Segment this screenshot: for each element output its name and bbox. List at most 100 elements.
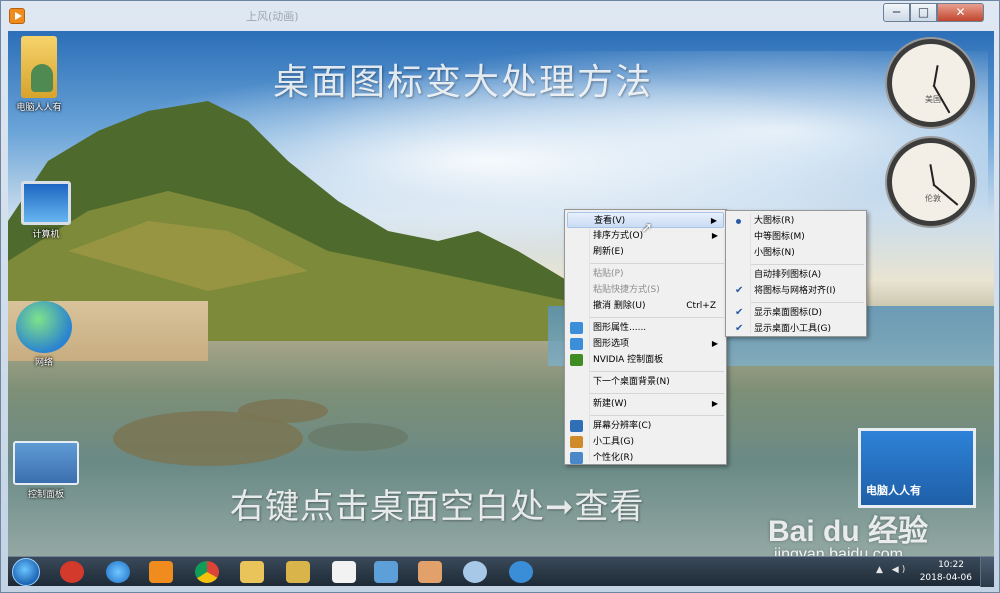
window-title: 上风(动画) [246, 10, 299, 23]
settings-icon[interactable] [463, 561, 487, 583]
menu-item-label: 中等图标(M) [754, 232, 805, 242]
mouse-cursor-icon: ➚ [641, 220, 653, 236]
close-button[interactable]: ✕ [937, 3, 984, 22]
menu-item-label: 小图标(N) [754, 248, 795, 258]
explorer-icon[interactable] [240, 561, 264, 583]
submenu-arrow-icon: ▶ [711, 231, 718, 240]
title-bar[interactable]: 上风(动画) ─ □ ✕ [1, 1, 1000, 31]
clock-gadget[interactable]: 美国 [887, 39, 975, 127]
chrome-icon[interactable] [195, 561, 219, 583]
browser-icon[interactable] [509, 561, 533, 583]
graphics-properties-icon [570, 322, 583, 334]
menu-item-label: 粘贴(P) [593, 269, 624, 279]
personalize-icon [570, 452, 583, 464]
menu-item-label: 查看(V) [594, 216, 626, 226]
menu-item-personalize[interactable]: 个性化(R) [567, 450, 724, 466]
menu-item-label: 图形选项 [593, 339, 630, 349]
menu-item-gadgets[interactable]: 小工具(G) [567, 434, 724, 450]
submenu-item-medium-icons[interactable]: 中等图标(M) [728, 229, 864, 245]
submenu-arrow-icon: ▶ [711, 399, 718, 408]
checkmark-icon: ✔ [735, 307, 744, 318]
view-submenu: 大图标(R) 中等图标(M) 小图标(N) 自动排列图标(A) ✔ 将图标与网格… [725, 210, 867, 337]
submenu-item-show-gadgets[interactable]: ✔ 显示桌面小工具(G) [728, 321, 864, 337]
menu-item-label: 个性化(R) [593, 453, 634, 463]
desktop-icon-computer[interactable]: 计算机 [8, 181, 86, 240]
submenu-item-small-icons[interactable]: 小图标(N) [728, 245, 864, 261]
menu-item-label: 显示桌面小工具(G) [754, 324, 831, 334]
control-panel-icon [13, 441, 79, 485]
network-globe-icon [16, 301, 72, 353]
menu-item-label: 屏幕分辨率(C) [593, 421, 652, 431]
radio-selected-icon [736, 219, 741, 224]
show-desktop-button[interactable] [980, 557, 994, 587]
clock-city-label: 美国 [925, 95, 941, 104]
desktop-icon-label: 网络 [34, 358, 53, 368]
menu-item-refresh[interactable]: 刷新(E) [567, 244, 724, 260]
menu-item-label: 显示桌面图标(D) [754, 308, 822, 318]
menu-item-paste-shortcut[interactable]: 粘贴快捷方式(S) [567, 282, 724, 298]
menu-item-nvidia-control-panel[interactable]: NVIDIA 控制面板 [567, 352, 724, 368]
tray-clock-date[interactable]: 2018-04-06 [920, 573, 972, 583]
menu-item-label: 新建(W) [593, 399, 627, 409]
graphics-options-icon [570, 338, 583, 350]
menu-separator [590, 393, 724, 394]
ie-icon[interactable] [106, 561, 130, 583]
nvidia-icon [570, 354, 583, 366]
menu-separator [590, 371, 724, 372]
menu-item-shortcut: Ctrl+Z [686, 301, 716, 311]
menu-separator [751, 302, 864, 303]
remote-desktop-icon[interactable] [374, 561, 398, 583]
baidu-jingyan-logo: Bai du 经验 [768, 515, 929, 548]
document-icon[interactable] [332, 561, 356, 583]
jiang-app-icon[interactable] [60, 561, 84, 583]
start-orb-icon[interactable] [12, 558, 40, 586]
menu-separator [590, 415, 724, 416]
menu-item-label: 撤消 删除(U) [593, 301, 646, 311]
menu-item-label: 排序方式(O) [593, 231, 644, 241]
menu-item-label: 自动排列图标(A) [754, 270, 822, 280]
player-app-icon [9, 8, 25, 24]
menu-item-label: 小工具(G) [593, 437, 634, 447]
menu-item-next-background[interactable]: 下一个桌面背景(N) [567, 374, 724, 390]
desktop-icon-label: 计算机 [32, 230, 60, 240]
submenu-item-show-desktop-icons[interactable]: ✔ 显示桌面图标(D) [728, 305, 864, 321]
menu-separator [751, 264, 864, 265]
menu-item-label: 图形属性...... [593, 323, 647, 333]
shore-rock [308, 423, 408, 451]
desktop-icon-user-folder[interactable]: 电脑人人有 [8, 36, 79, 113]
paint-icon[interactable] [418, 561, 442, 583]
minimize-button[interactable]: ─ [883, 3, 910, 22]
menu-item-new[interactable]: 新建(W) ▶ [567, 396, 724, 412]
video-player-icon[interactable] [149, 561, 173, 583]
menu-item-label: NVIDIA 控制面板 [593, 355, 664, 365]
submenu-item-auto-arrange[interactable]: 自动排列图标(A) [728, 267, 864, 283]
menu-item-label: 粘贴快捷方式(S) [593, 285, 660, 295]
desktop-icon-label: 控制面板 [27, 490, 64, 500]
menu-item-paste[interactable]: 粘贴(P) [567, 266, 724, 282]
tray-volume-network-icons[interactable]: ▲ ◀) [876, 565, 908, 575]
menu-separator [590, 317, 724, 318]
menu-item-screen-resolution[interactable]: 屏幕分辨率(C) [567, 418, 724, 434]
menu-item-label: 下一个桌面背景(N) [593, 377, 670, 387]
submenu-item-align-to-grid[interactable]: ✔ 将图标与网格对齐(I) [728, 283, 864, 299]
menu-item-graphics-options[interactable]: 图形选项 ▶ [567, 336, 724, 352]
clock-gadget[interactable]: 伦敦 [887, 138, 975, 226]
desktop-area[interactable]: 桌面图标变大处理方法 右键点击桌面空白处➞查看 电脑人人有 计算机 网络 控制面… [8, 31, 994, 586]
user-folder-icon [21, 36, 57, 98]
submenu-arrow-icon: ▶ [711, 339, 718, 348]
app-window: 上风(动画) ─ □ ✕ 桌面图标变大处理方法 右键点击桌面空白处➞查看 电脑人… [0, 0, 1000, 593]
desktop-icon-control-panel[interactable]: 控制面板 [8, 441, 86, 500]
gadgets-icon [570, 436, 583, 448]
desktop-icon-label: 电脑人人有 [16, 103, 62, 113]
menu-item-label: 将图标与网格对齐(I) [754, 286, 836, 296]
maximize-button[interactable]: □ [910, 3, 937, 22]
menu-item-graphics-properties[interactable]: 图形属性...... [567, 320, 724, 336]
folder-icon[interactable] [286, 561, 310, 583]
desktop-icon-network[interactable]: 网络 [8, 301, 84, 368]
submenu-item-large-icons[interactable]: 大图标(R) [728, 213, 864, 229]
tray-clock-time[interactable]: 10:22 [938, 560, 964, 570]
menu-separator [590, 263, 724, 264]
menu-item-undo-delete[interactable]: 撤消 删除(U) Ctrl+Z [567, 298, 724, 314]
clock-city-label: 伦敦 [925, 194, 941, 203]
desktop-context-menu: 查看(V) ▶ 排序方式(O) ▶ 刷新(E) 粘贴(P) 粘贴快捷方式(S) … [564, 209, 727, 465]
